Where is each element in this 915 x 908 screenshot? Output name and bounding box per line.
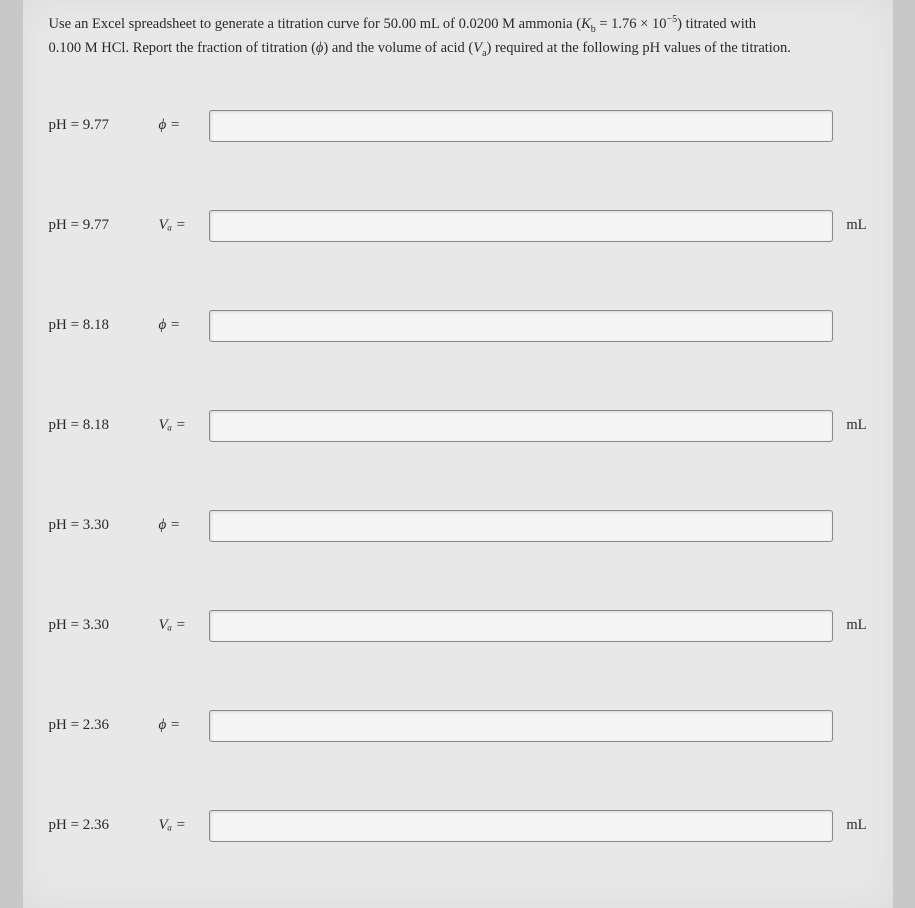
volume-input[interactable] — [209, 210, 833, 242]
volume-input[interactable] — [209, 410, 833, 442]
problem-text-part: ) required at the following pH values of… — [487, 40, 791, 56]
unit-label: mL — [833, 817, 867, 834]
problem-text-part: ) titrated with — [677, 16, 756, 32]
ph-label: pH = 9.77 — [49, 117, 159, 134]
ph-label: pH = 3.30 — [49, 617, 159, 634]
ph-label: pH = 8.18 — [49, 317, 159, 334]
phi-input[interactable] — [209, 710, 833, 742]
ph-label: pH = 8.18 — [49, 417, 159, 434]
problem-text-part: ) and the volume of acid ( — [323, 40, 473, 56]
answer-row: pH = 8.18 Vₐ = mL — [49, 410, 867, 442]
problem-text-part: Use an Excel spreadsheet to generate a t… — [49, 16, 582, 32]
answer-row: pH = 9.77 ϕ = — [49, 110, 867, 142]
problem-statement: Use an Excel spreadsheet to generate a t… — [49, 12, 867, 62]
phi-label: ϕ = — [159, 317, 209, 334]
phi-label: ϕ = — [159, 117, 209, 134]
va-label: Vₐ = — [159, 217, 209, 234]
va-letter: V — [473, 40, 482, 56]
phi-input[interactable] — [209, 110, 833, 142]
kb-letter: K — [581, 16, 591, 32]
answer-row: pH = 3.30 ϕ = — [49, 510, 867, 542]
answer-row: pH = 8.18 ϕ = — [49, 310, 867, 342]
unit-label: mL — [833, 417, 867, 434]
phi-input[interactable] — [209, 310, 833, 342]
answer-row: pH = 9.77 Vₐ = mL — [49, 210, 867, 242]
va-label: Vₐ = — [159, 817, 209, 834]
va-label: Vₐ = — [159, 617, 209, 634]
volume-input[interactable] — [209, 610, 833, 642]
va-label: Vₐ = — [159, 417, 209, 434]
ph-label: pH = 2.36 — [49, 817, 159, 834]
kb-symbol: Kb — [581, 16, 596, 32]
problem-text-part: 0.100 M HCl. Report the fraction of titr… — [49, 40, 316, 56]
problem-text-part: = 1.76 × 10 — [596, 16, 667, 32]
volume-input[interactable] — [209, 810, 833, 842]
phi-label: ϕ = — [159, 717, 209, 734]
ph-label: pH = 3.30 — [49, 517, 159, 534]
ph-label: pH = 9.77 — [49, 217, 159, 234]
worksheet-page: Use an Excel spreadsheet to generate a t… — [23, 0, 893, 908]
phi-input[interactable] — [209, 510, 833, 542]
unit-label: mL — [833, 617, 867, 634]
kb-exponent: −5 — [666, 14, 677, 25]
answer-row: pH = 2.36 ϕ = — [49, 710, 867, 742]
unit-label: mL — [833, 217, 867, 234]
va-symbol: Va — [473, 40, 486, 56]
phi-label: ϕ = — [159, 517, 209, 534]
answer-row: pH = 2.36 Vₐ = mL — [49, 810, 867, 842]
answer-row: pH = 3.30 Vₐ = mL — [49, 610, 867, 642]
ph-label: pH = 2.36 — [49, 717, 159, 734]
